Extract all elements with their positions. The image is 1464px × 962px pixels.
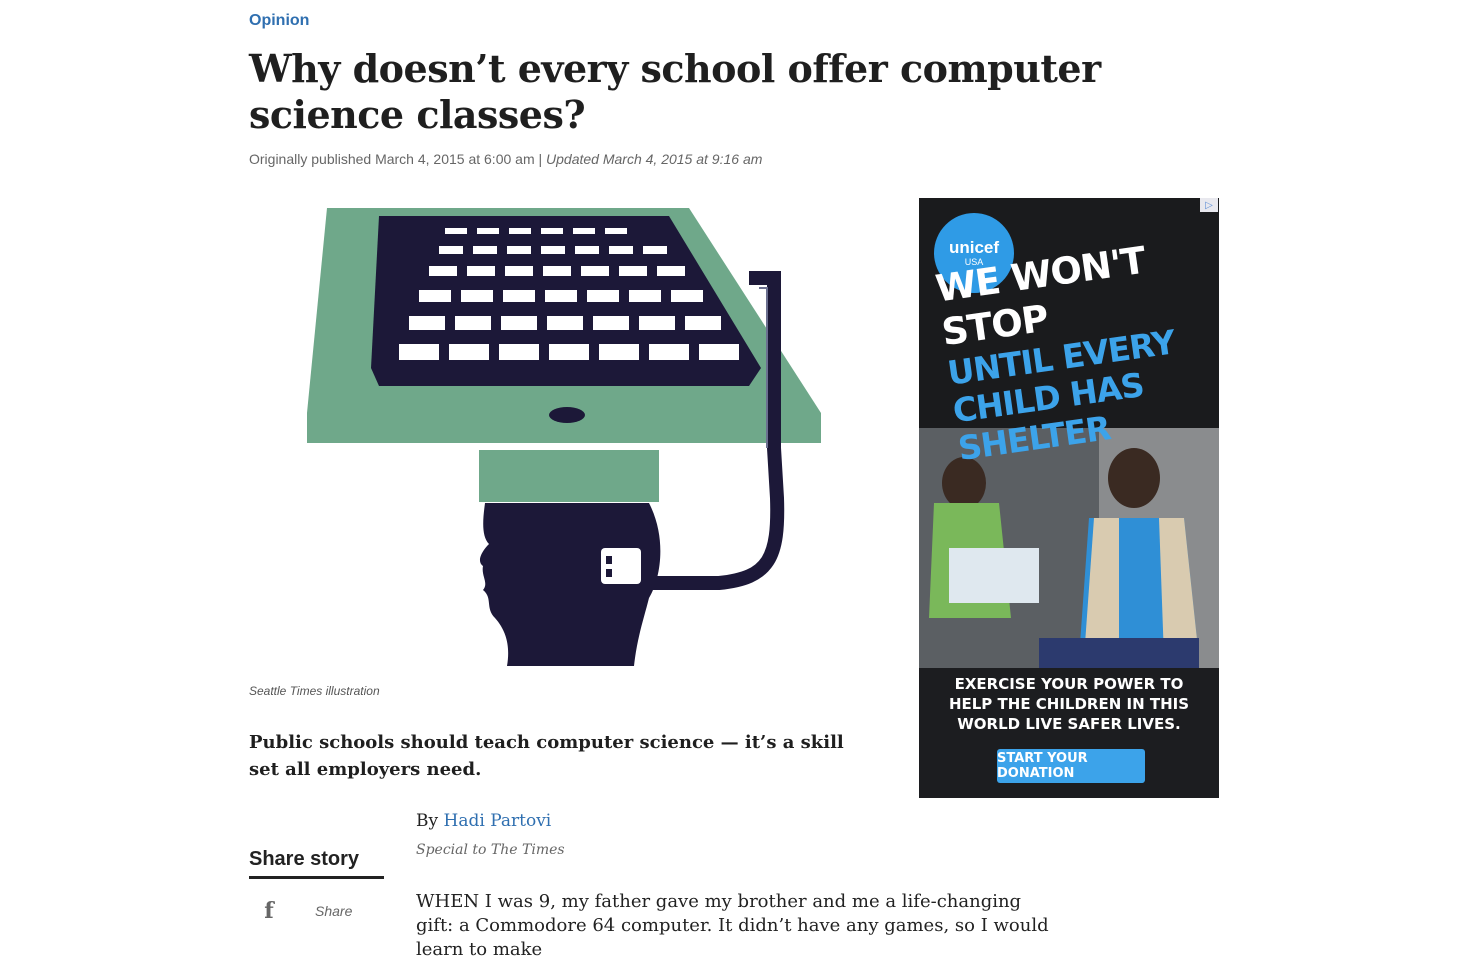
- ad-choices-icon[interactable]: ▷: [1200, 198, 1218, 212]
- tablet-stand: [479, 450, 659, 502]
- share-story-title: Share story: [249, 848, 384, 879]
- date-separator: |: [538, 151, 543, 167]
- article-headline: Why doesn’t every school offer computer …: [249, 46, 1101, 137]
- home-button: [549, 407, 585, 423]
- ad-body-text: EXERCISE YOUR POWER TO HELP THE CHILDREN…: [948, 675, 1190, 733]
- facebook-share-label: Share: [315, 903, 353, 919]
- ad-headline: WE WON'T STOP UNTIL EVERY CHILD HAS SHEL…: [933, 230, 1219, 468]
- hero-illustration: [307, 208, 821, 666]
- dateline: Originally published March 4, 2015 at 6:…: [249, 151, 762, 167]
- updated-date: Updated March 4, 2015 at 9:16 am: [546, 151, 763, 167]
- unicef-logo-text: unicef: [948, 238, 1000, 257]
- facebook-icon: f: [264, 898, 274, 924]
- usb-plug: [601, 548, 641, 584]
- section-label-opinion[interactable]: Opinion: [249, 12, 309, 30]
- facebook-share-button[interactable]: f Share: [249, 896, 399, 926]
- article-body-paragraph: WHEN I was 9, my father gave my brother …: [416, 891, 1049, 960]
- author-link[interactable]: Hadi Partovi: [444, 811, 552, 831]
- byline: By Hadi Partovi: [416, 811, 551, 831]
- published-date: Originally published March 4, 2015 at 6:…: [249, 151, 535, 167]
- unicef-ad[interactable]: unicef USA WE WON'T STOP UNTIL EVERY CHI…: [919, 198, 1219, 798]
- image-caption: Seattle Times illustration: [249, 684, 380, 698]
- start-donation-button[interactable]: START YOUR DONATION: [997, 749, 1145, 783]
- byline-prefix: By: [416, 811, 439, 831]
- author-affiliation: Special to The Times: [416, 842, 565, 858]
- article-dek: Public schools should teach computer sci…: [249, 732, 844, 780]
- head-silhouette: [479, 503, 661, 666]
